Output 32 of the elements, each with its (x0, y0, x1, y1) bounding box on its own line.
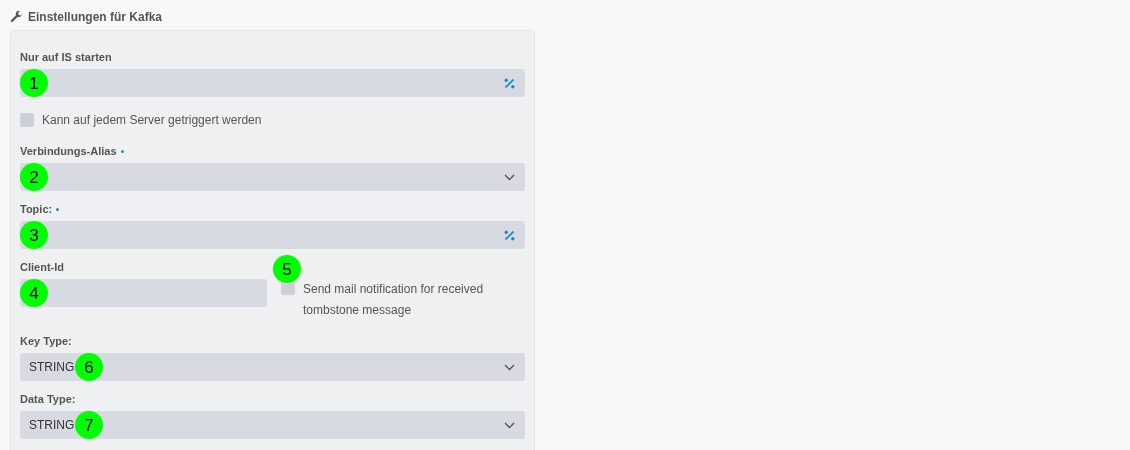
checkbox[interactable] (281, 281, 295, 295)
number-marker: 4 (20, 279, 48, 307)
checkbox-label: Send mail notification for received tombstone message (303, 281, 485, 319)
dropdown-value: STRING (29, 359, 75, 376)
number-marker: 5 (273, 255, 301, 283)
dropdown[interactable]: 2 (20, 163, 525, 191)
percent-icon (504, 77, 515, 89)
chevron-down-icon (504, 363, 515, 371)
field-label: Verbindungs-Alias (20, 143, 117, 159)
chevron-down-icon (504, 421, 515, 429)
number-marker: 3 (20, 221, 48, 249)
checkbox[interactable] (20, 113, 34, 127)
number-marker: 2 (20, 163, 48, 191)
checkbox-label: Kann auf jedem Server getriggert werden (42, 112, 262, 129)
input-field[interactable]: 4 (20, 279, 267, 307)
field-label: Data Type: (20, 391, 76, 407)
field-label: Topic: (20, 201, 53, 217)
dropdown[interactable]: STRING 7 (20, 411, 525, 439)
field-label: Key Type: (20, 333, 72, 349)
field-label: Nur auf IS starten (20, 49, 112, 65)
number-marker: 1 (20, 69, 48, 97)
field-label: Client-Id (20, 259, 64, 275)
wrench-icon (10, 10, 23, 24)
number-marker: 6 (75, 353, 103, 381)
section-title: Einstellungen für Kafka (28, 9, 163, 26)
chevron-down-icon (504, 173, 515, 181)
input-field[interactable]: 1 (20, 69, 525, 97)
dropdown-value: STRING (29, 417, 75, 434)
percent-icon (504, 229, 515, 241)
dropdown[interactable]: STRING 6 (20, 353, 525, 381)
input-field[interactable]: 3 (20, 221, 525, 249)
number-marker: 7 (75, 411, 103, 439)
